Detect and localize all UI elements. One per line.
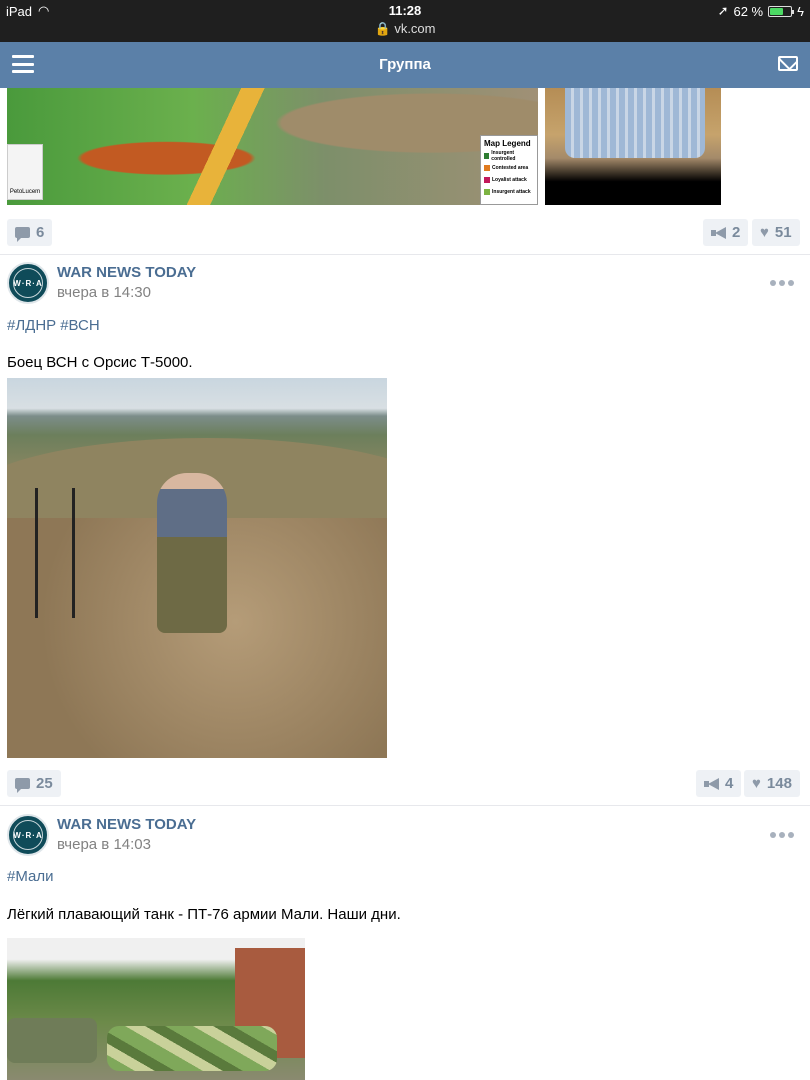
megaphone-icon: [711, 226, 726, 239]
like-button[interactable]: ♥ 51: [752, 219, 800, 246]
status-bar: iPad ◠ 11:28 🔒 vk.com ➚ 62 % ϟ: [0, 0, 810, 42]
likes-count: 148: [766, 775, 792, 792]
address-bar[interactable]: 🔒 vk.com: [0, 21, 810, 37]
post-author[interactable]: WAR NEWS TODAY: [57, 816, 196, 833]
comments-button[interactable]: 6: [7, 219, 53, 246]
repost-button[interactable]: 2: [703, 219, 749, 246]
post-photo-map[interactable]: PetoLucem Map Legend Insurgent controlle…: [7, 88, 538, 205]
battery-icon: [768, 5, 795, 17]
reposts-count: 4: [725, 775, 734, 792]
reposts-count: 2: [732, 224, 741, 241]
post-time[interactable]: вчера в 14:30: [57, 284, 151, 301]
more-dots-icon[interactable]: [770, 830, 798, 840]
location-icon: ➚: [717, 3, 729, 18]
likes-count: 51: [774, 224, 792, 241]
charging-icon: ϟ: [797, 3, 804, 19]
megaphone-icon: [704, 777, 719, 790]
comments-button[interactable]: 25: [7, 770, 61, 797]
page-title: Группа: [379, 56, 431, 73]
post-divider: [0, 805, 810, 806]
map-legend-title: Map Legend: [484, 139, 531, 148]
post-text: Боец ВСН с Орсис Т-5000.: [7, 354, 193, 371]
url-text: vk.com: [394, 21, 436, 36]
comment-icon: [15, 778, 30, 793]
more-dots-icon[interactable]: [770, 278, 798, 288]
post-time[interactable]: вчера в 14:03: [57, 836, 151, 853]
post-photo-soldier[interactable]: [7, 378, 387, 758]
avatar[interactable]: W·R·A: [7, 262, 49, 304]
status-right: ➚ 62 % ϟ: [718, 3, 804, 19]
mail-icon[interactable]: [778, 56, 798, 71]
post-photo-person[interactable]: [545, 88, 721, 205]
clock: 11:28: [388, 3, 422, 18]
post-author[interactable]: WAR NEWS TODAY: [57, 264, 196, 281]
post-tags: #Мали: [7, 868, 57, 885]
comment-icon: [15, 227, 30, 242]
repost-button[interactable]: 4: [696, 770, 742, 797]
avatar[interactable]: W·R·A: [7, 814, 49, 856]
app-header: Группа: [0, 42, 810, 88]
battery-percent: 62 %: [733, 3, 764, 19]
heart-icon: ♥: [752, 775, 761, 792]
heart-icon: ♥: [760, 224, 769, 241]
hashtag-link[interactable]: #ВСН: [60, 317, 100, 334]
post-photo-tank[interactable]: [7, 938, 305, 1080]
comments-count: 6: [36, 224, 45, 241]
post-tags: #ЛДНР #ВСН: [7, 317, 104, 334]
post-divider: [0, 254, 810, 255]
map-logo: PetoLucem: [7, 144, 43, 200]
like-button[interactable]: ♥ 148: [744, 770, 800, 797]
map-legend: Map Legend Insurgent controlled Conteste…: [480, 135, 538, 205]
post-text: Лёгкий плавающий танк - ПТ-76 армии Мали…: [7, 906, 401, 923]
comments-count: 25: [36, 775, 53, 792]
hashtag-link[interactable]: #ЛДНР: [7, 317, 56, 334]
hashtag-link[interactable]: #Мали: [7, 868, 53, 885]
